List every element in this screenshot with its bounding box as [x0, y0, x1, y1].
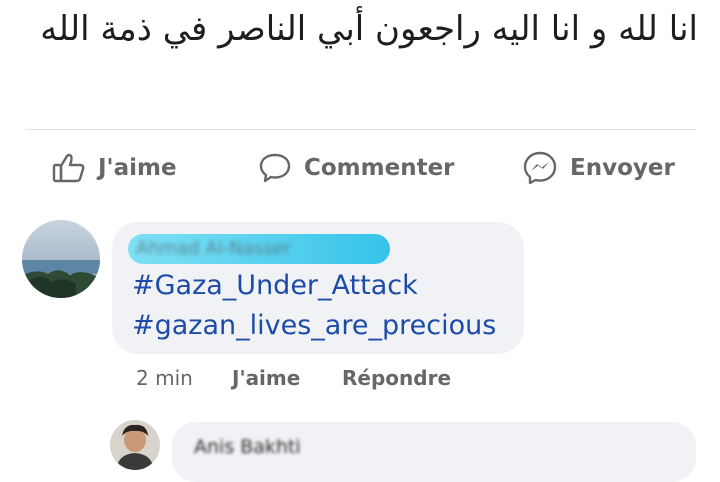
messenger-icon	[522, 150, 570, 186]
speech-bubble-icon	[258, 152, 304, 184]
hashtag-gaza-under-attack[interactable]: #Gaza_Under_Attack	[132, 270, 418, 301]
send-button[interactable]: Envoyer	[522, 140, 675, 196]
commenter-name[interactable]: Ahmad Al-Nasser	[128, 234, 390, 264]
comment-reply-button[interactable]: Répondre	[342, 366, 451, 394]
like-label: J'aime	[98, 155, 177, 181]
post-text: انا لله و انا اليه راجعون أبي الناصر في …	[40, 9, 698, 49]
commenter-avatar[interactable]	[22, 220, 100, 298]
reply-author-name[interactable]: Anis Bakhti	[194, 436, 301, 458]
comment-bubble: Ahmad Al-Nasser #Gaza_Under_Attack #gaza…	[112, 222, 524, 354]
thumbs-up-icon	[52, 153, 98, 183]
comment-timestamp[interactable]: 2 min	[136, 366, 193, 394]
send-label: Envoyer	[570, 155, 675, 181]
like-button[interactable]: J'aime	[52, 140, 177, 196]
comment-button[interactable]: Commenter	[258, 140, 455, 196]
reply-bubble: Anis Bakhti	[172, 422, 696, 482]
hashtag-gazan-lives-are-precious[interactable]: #gazan_lives_are_precious	[132, 310, 496, 341]
comment-like-button[interactable]: J'aime	[232, 366, 300, 394]
reply-avatar[interactable]	[110, 420, 160, 470]
comment-label: Commenter	[304, 155, 455, 181]
post-action-bar: J'aime Commenter Envoyer	[0, 140, 720, 196]
post-divider	[26, 129, 696, 130]
